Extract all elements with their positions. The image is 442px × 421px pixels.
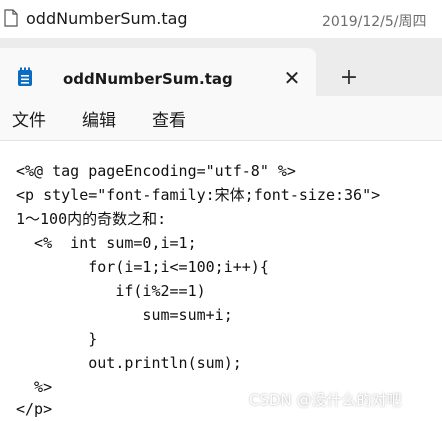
code-line: 1～100内的奇数之和:	[16, 210, 167, 228]
code-line: <%@ tag pageEncoding="utf-8" %>	[16, 162, 296, 180]
code-line: %>	[16, 378, 53, 396]
tab-label[interactable]: oddNumberSum.tag	[63, 70, 233, 88]
file-date: 2019/12/5/周四	[322, 14, 427, 30]
code-line: out.println(sum);	[16, 354, 242, 372]
code-line: }	[16, 330, 98, 348]
text-editor[interactable]: <%@ tag pageEncoding="utf-8" %> <p style…	[0, 141, 442, 418]
menu-edit[interactable]: 编辑	[82, 106, 116, 131]
code-line: sum=sum+i;	[16, 306, 233, 324]
file-row[interactable]: oddNumberSum.tag 2019/12/5/周四	[0, 0, 442, 38]
code-line: for(i=1;i<=100;i++){	[16, 258, 269, 276]
menu-file[interactable]: 文件	[12, 106, 46, 131]
close-icon[interactable]: ✕	[282, 68, 302, 88]
code-line: <% int sum=0,i=1;	[16, 234, 197, 252]
new-tab-button[interactable]: +	[338, 67, 360, 89]
menu-bar: 文件 编辑 查看	[0, 96, 442, 141]
code-line: <p style="font-family:宋体;font-size:36">	[16, 186, 381, 204]
code-line: if(i%2==1)	[16, 282, 206, 300]
notepad-icon	[18, 67, 32, 86]
code-line: </p>	[16, 400, 53, 418]
menu-view[interactable]: 查看	[152, 106, 186, 131]
file-name[interactable]: oddNumberSum.tag	[26, 9, 188, 28]
file-icon	[4, 9, 18, 27]
watermark: CSDN @没什么的对吧	[249, 391, 402, 409]
